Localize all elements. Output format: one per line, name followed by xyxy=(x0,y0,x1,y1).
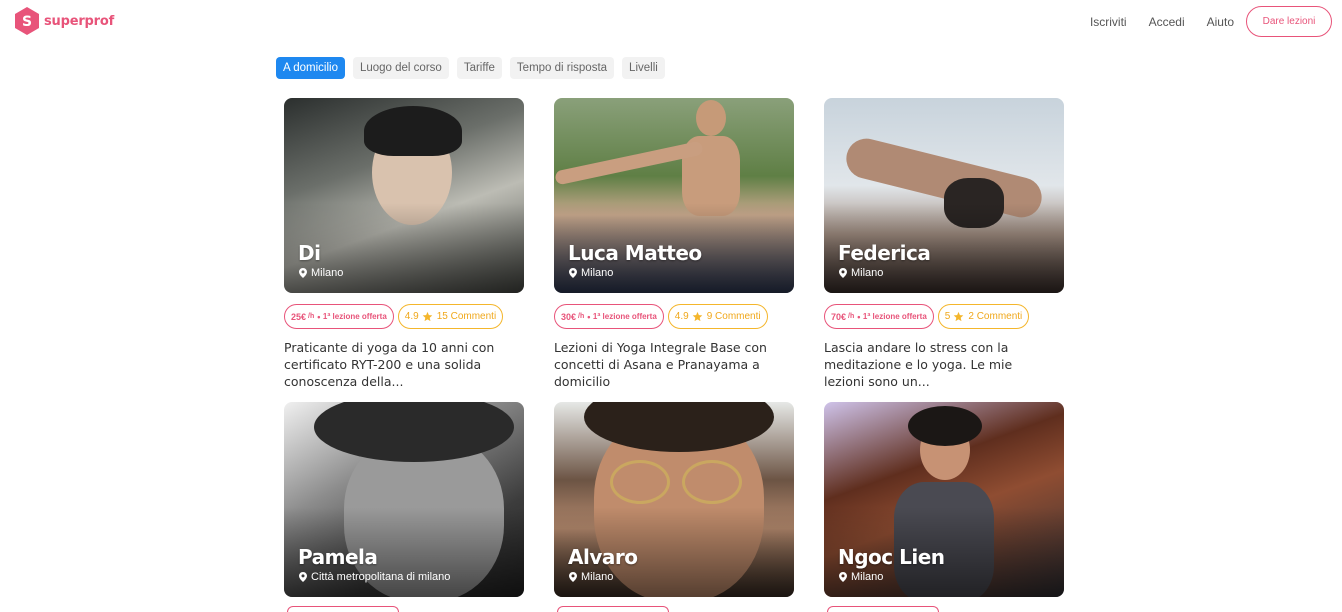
rating-value: 5 xyxy=(944,311,951,322)
glasses-right-shape xyxy=(682,460,742,504)
teacher-location: Milano xyxy=(569,571,613,583)
logo-badge-icon: S xyxy=(14,6,40,36)
help-link[interactable]: Aiuto xyxy=(1207,15,1234,29)
star-icon xyxy=(422,311,433,322)
star-icon xyxy=(692,311,703,322)
teacher-location: Milano xyxy=(839,267,883,279)
price-badge-peek xyxy=(827,606,939,612)
location-label: Città metropolitana di milano xyxy=(311,571,451,583)
first-lesson-offer: 1ª lezione offerta xyxy=(322,312,387,321)
teacher-name: Pamela xyxy=(298,545,378,569)
teacher-photo[interactable]: Federica Milano xyxy=(824,98,1064,293)
teacher-photo[interactable]: Luca Matteo Milano xyxy=(554,98,794,293)
signup-link[interactable]: Iscriviti xyxy=(1090,15,1127,29)
teacher-description: Lezioni di Yoga Integrale Base con conce… xyxy=(554,340,767,389)
card-badges: 30€ /h • 1ª lezione offerta 4.9 9 Commen… xyxy=(554,304,794,329)
teacher-description: Lascia andare lo stress con la meditazio… xyxy=(824,340,1013,389)
hair-shape xyxy=(908,406,982,446)
teacher-name: Alvaro xyxy=(568,545,638,569)
teacher-photo[interactable]: Pamela Città metropolitana di milano xyxy=(284,402,524,597)
price-value: 70€ xyxy=(831,311,847,322)
price-unit: /h xyxy=(848,313,855,320)
teacher-location: Milano xyxy=(299,267,343,279)
filter-bar: A domicilio Luogo del corso Tariffe Temp… xyxy=(276,57,673,79)
teacher-photo[interactable]: Di Milano xyxy=(284,98,524,293)
rating-badge: 4.9 9 Commenti xyxy=(667,304,768,329)
teacher-name: Ngoc Lien xyxy=(838,545,945,569)
hair-shape xyxy=(364,106,462,156)
first-lesson-offer: 1ª lezione offerta xyxy=(862,312,927,321)
price-badge-peek xyxy=(557,606,669,612)
hair-shape xyxy=(314,402,514,462)
map-pin-icon xyxy=(569,572,577,582)
location-label: Milano xyxy=(851,571,884,583)
teacher-photo[interactable]: Ngoc Lien Milano xyxy=(824,402,1064,597)
first-lesson-offer: 1ª lezione offerta xyxy=(592,312,657,321)
map-pin-icon xyxy=(569,268,577,278)
teacher-card[interactable]: Pamela Città metropolitana di milano xyxy=(284,402,524,597)
price-value: 25€ xyxy=(291,311,307,322)
location-label: Milano xyxy=(581,571,614,583)
price-unit: /h xyxy=(308,313,315,320)
brand-name: superprof xyxy=(44,13,115,29)
rating-badge: 5 2 Commenti xyxy=(937,304,1030,329)
teacher-photo[interactable]: Alvaro Milano xyxy=(554,402,794,597)
teacher-name: Federica xyxy=(838,241,931,265)
review-count: 2 Commenti xyxy=(968,311,1023,322)
rating-badge: 4.9 15 Commenti xyxy=(397,304,504,329)
filter-livelli[interactable]: Livelli xyxy=(622,57,665,79)
teacher-card[interactable]: Ngoc Lien Milano xyxy=(824,402,1064,597)
location-label: Milano xyxy=(851,267,884,279)
filter-tariffe[interactable]: Tariffe xyxy=(456,57,502,79)
map-pin-icon xyxy=(839,268,847,278)
filter-tempo-di-risposta[interactable]: Tempo di risposta xyxy=(509,57,615,79)
top-header: S superprof Iscriviti Accedi Aiuto Dare … xyxy=(0,0,1342,44)
price-badge-peek xyxy=(287,606,399,612)
price-badge: 30€ /h • 1ª lezione offerta xyxy=(554,304,664,329)
map-pin-icon xyxy=(299,268,307,278)
teacher-name: Di xyxy=(298,241,321,265)
card-badges: 70€ /h • 1ª lezione offerta 5 2 Commenti xyxy=(824,304,1064,329)
svg-text:S: S xyxy=(22,14,32,30)
review-count: 15 Commenti xyxy=(436,311,497,322)
teacher-description: Praticante di yoga da 10 anni con certif… xyxy=(284,340,495,389)
review-count: 9 Commenti xyxy=(706,311,761,322)
teacher-card[interactable]: Luca Matteo Milano 30€ /h • 1ª lezione o… xyxy=(554,98,794,390)
filter-luogo-del-corso[interactable]: Luogo del corso xyxy=(352,57,449,79)
header-nav: Iscriviti Accedi Aiuto Dare lezioni xyxy=(1090,6,1332,37)
glasses-left-shape xyxy=(610,460,670,504)
face-shape xyxy=(696,100,726,136)
price-badge: 70€ /h • 1ª lezione offerta xyxy=(824,304,934,329)
location-label: Milano xyxy=(311,267,344,279)
login-link[interactable]: Accedi xyxy=(1149,15,1185,29)
teacher-card[interactable]: Alvaro Milano xyxy=(554,402,794,597)
price-unit: /h xyxy=(578,313,585,320)
card-badges: 25€ /h • 1ª lezione offerta 4.9 15 Comme… xyxy=(284,304,524,329)
teacher-card[interactable]: Di Milano 25€ /h • 1ª lezione offerta 4.… xyxy=(284,98,524,390)
superprof-logo[interactable]: S superprof xyxy=(14,6,114,36)
location-label: Milano xyxy=(581,267,614,279)
map-pin-icon xyxy=(299,572,307,582)
price-badge: 25€ /h • 1ª lezione offerta xyxy=(284,304,394,329)
rating-value: 4.9 xyxy=(404,311,419,322)
map-pin-icon xyxy=(839,572,847,582)
teacher-name: Luca Matteo xyxy=(568,241,702,265)
star-icon xyxy=(954,311,964,322)
teacher-card[interactable]: Federica Milano 70€ /h • 1ª lezione offe… xyxy=(824,98,1064,390)
filter-a-domicilio[interactable]: A domicilio xyxy=(276,57,345,79)
rating-value: 4.9 xyxy=(674,311,689,322)
teacher-location: Città metropolitana di milano xyxy=(299,571,450,583)
give-lessons-button[interactable]: Dare lezioni xyxy=(1246,6,1332,37)
teacher-location: Milano xyxy=(569,267,613,279)
price-value: 30€ xyxy=(561,311,577,322)
teacher-location: Milano xyxy=(839,571,883,583)
